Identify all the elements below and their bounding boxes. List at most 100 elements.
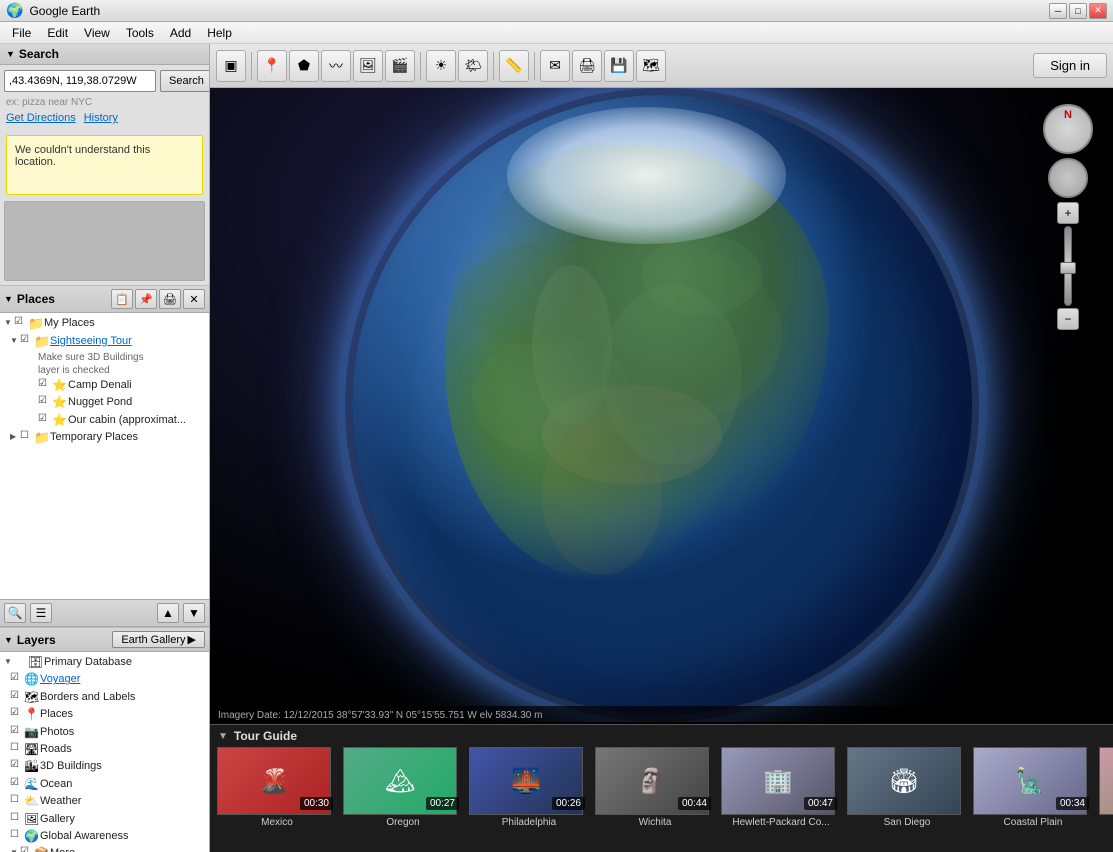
layers-tree: ▼ 🗄 Primary Database ☑ 🌐 Voyager ☑ 🗺 Bor… (0, 652, 209, 852)
layers-title-btn[interactable]: ▼ Layers (4, 633, 112, 647)
move-down-btn[interactable]: ▼ (183, 603, 205, 623)
earth-globe[interactable] (352, 95, 972, 715)
map-area: ▣ 📍 ⬟ 〰 🖼 🎬 ☀ 🌤 📏 ✉ 🖨 💾 🗺 Sign in (210, 44, 1113, 852)
search-error-message: We couldn't understand this location. (6, 135, 203, 195)
zoom-slider-track[interactable] (1064, 226, 1072, 306)
tree-item-more-layer[interactable]: ▼ ☑ 📦 More (2, 845, 207, 852)
ruler-btn[interactable]: 📏 (499, 50, 529, 82)
tree-label-nugget-pond: Nugget Pond (68, 395, 132, 410)
tour-thumb-hp[interactable]: 🏢 00:47 Hewlett-Packard Co... (721, 747, 841, 830)
toggle-view-btn[interactable]: ☰ (30, 603, 52, 623)
add-polygon-btn[interactable]: ⬟ (289, 50, 319, 82)
menu-help[interactable]: Help (199, 24, 240, 42)
tour-thumb-coastal[interactable]: 🗽 00:34 Coastal Plain (973, 747, 1093, 830)
star-icon-our-cabin: ⭐ (52, 413, 68, 427)
folder-icon-myplaces: 📁 (28, 316, 44, 332)
map-toolbar: ▣ 📍 ⬟ 〰 🖼 🎬 ☀ 🌤 📏 ✉ 🖨 💾 🗺 Sign in (210, 44, 1113, 88)
search-input[interactable] (4, 70, 156, 92)
history-link[interactable]: History (84, 112, 118, 124)
tour-thumb-mexico[interactable]: 🌋 00:30 Mexico (217, 747, 337, 830)
tree-label-sightseeing[interactable]: Sightseeing Tour (50, 334, 132, 349)
tree-item-primary-db[interactable]: ▼ 🗄 Primary Database (2, 654, 207, 671)
tree-item-camp-denali[interactable]: ☑ ⭐ Camp Denali (2, 377, 207, 394)
google-maps-btn[interactable]: 🗺 (636, 50, 666, 82)
places-new-folder-btn[interactable]: 📋 (111, 289, 133, 309)
search-header[interactable]: ▼ Search (0, 44, 209, 65)
tree-check-nugget-pond[interactable]: ☑ (38, 395, 52, 406)
sunlight-btn[interactable]: ☀ (426, 50, 456, 82)
tour-thumb-sandiego[interactable]: 🏟 San Diego (847, 747, 967, 830)
ocean-icon: 🌊 (24, 777, 40, 791)
add-path-btn[interactable]: 〰 (321, 50, 351, 82)
zoom-in-btn[interactable]: + (1057, 202, 1079, 224)
tour-label-texas: Texas (1099, 815, 1113, 830)
tour-label-coastal: Coastal Plain (973, 815, 1093, 830)
toolbar-sep-4 (534, 52, 535, 80)
tree-label-weather-layer: Weather (40, 794, 81, 809)
tour-thumb-texas[interactable]: 🌸 Texas (1099, 747, 1113, 830)
tree-item-ocean-layer[interactable]: ☑ 🌊 Ocean (2, 776, 207, 793)
tree-label-more-layer: More (50, 846, 75, 852)
tree-check-camp-denali[interactable]: ☑ (38, 378, 52, 389)
places-new-placemark-btn[interactable]: 📌 (135, 289, 157, 309)
tree-item-global-awareness[interactable]: ☐ 🌍 Global Awareness (2, 828, 207, 845)
tree-item-3d-buildings[interactable]: ☑ 🏙 3D Buildings (2, 758, 207, 775)
places-print-btn[interactable]: 🖨 (159, 289, 181, 309)
minimize-button[interactable]: ─ (1049, 3, 1067, 19)
tour-thumb-oregon[interactable]: 🏔 00:27 Oregon (343, 747, 463, 830)
tree-item-voyager[interactable]: ☑ 🌐 Voyager (2, 671, 207, 688)
record-tour-btn[interactable]: 🎬 (385, 50, 415, 82)
search-button[interactable]: Search (160, 70, 210, 92)
earth-gallery-button[interactable]: Earth Gallery ▶ (112, 631, 205, 648)
tree-item-sightseeing[interactable]: ▼ ☑ 📁 Sightseeing Tour (2, 333, 207, 351)
get-directions-link[interactable]: Get Directions (6, 112, 76, 124)
menu-edit[interactable]: Edit (39, 24, 76, 42)
globe-container[interactable] (210, 88, 1113, 722)
compass-control[interactable]: N (1043, 104, 1093, 154)
sidebar-toggle-btn[interactable]: ▣ (216, 50, 246, 82)
tree-label-myplaces: My Places (44, 316, 95, 331)
tree-check-our-cabin[interactable]: ☑ (38, 413, 52, 424)
tree-check-myplaces[interactable]: ☑ (14, 316, 28, 327)
tour-thumb-wichita[interactable]: 🗿 00:44 Wichita (595, 747, 715, 830)
menu-add[interactable]: Add (162, 24, 199, 42)
places-delete-btn[interactable]: ✕ (183, 289, 205, 309)
nav-controls: N + − (1043, 104, 1093, 330)
compass-north-label: N (1064, 109, 1072, 121)
tree-item-gallery-layer[interactable]: ☐ 🖼 Gallery (2, 811, 207, 828)
folder-icon-temp: 📁 (34, 430, 50, 446)
menu-tools[interactable]: Tools (118, 24, 162, 42)
tree-check-temp[interactable]: ☐ (20, 430, 34, 441)
maximize-button[interactable]: □ (1069, 3, 1087, 19)
search-places-btn[interactable]: 🔍 (4, 603, 26, 623)
tree-label-voyager[interactable]: Voyager (40, 672, 80, 687)
zoom-out-btn[interactable]: − (1057, 308, 1079, 330)
tree-label-temp-places: Temporary Places (50, 430, 138, 445)
tree-item-nugget-pond[interactable]: ☑ ⭐ Nugget Pond (2, 394, 207, 411)
tree-item-places-layer[interactable]: ☑ 📍 Places (2, 706, 207, 723)
title-bar: 🌍 Google Earth ─ □ ✕ (0, 0, 1113, 22)
tree-check-sightseeing[interactable]: ☑ (20, 334, 34, 345)
add-placemark-btn[interactable]: 📍 (257, 50, 287, 82)
zoom-slider-thumb[interactable] (1060, 262, 1076, 274)
add-image-overlay-btn[interactable]: 🖼 (353, 50, 383, 82)
print-btn[interactable]: 🖨 (572, 50, 602, 82)
sign-in-button[interactable]: Sign in (1033, 53, 1107, 78)
save-image-btn[interactable]: 💾 (604, 50, 634, 82)
tree-item-borders[interactable]: ☑ 🗺 Borders and Labels (2, 689, 207, 706)
atmosphere-btn[interactable]: 🌤 (458, 50, 488, 82)
tree-item-weather-layer[interactable]: ☐ ⛅ Weather (2, 793, 207, 810)
close-button[interactable]: ✕ (1089, 3, 1107, 19)
move-up-btn[interactable]: ▲ (157, 603, 179, 623)
tree-item-our-cabin[interactable]: ☑ ⭐ Our cabin (approximat... (2, 412, 207, 429)
tree-item-photos-layer[interactable]: ☑ 📷 Photos (2, 724, 207, 741)
tree-item-temp-places[interactable]: ▶ ☐ 📁 Temporary Places (2, 429, 207, 447)
tree-label-ocean-layer: Ocean (40, 777, 72, 792)
menu-file[interactable]: File (4, 24, 39, 42)
menu-view[interactable]: View (76, 24, 118, 42)
tree-item-myplaces[interactable]: ▼ ☑ 📁 My Places (2, 315, 207, 333)
email-btn[interactable]: ✉ (540, 50, 570, 82)
tour-thumb-philadelphia[interactable]: 🌉 00:26 Philadelphia (469, 747, 589, 830)
tilt-control[interactable] (1048, 158, 1088, 198)
tree-item-roads-layer[interactable]: ☐ 🛣 Roads (2, 741, 207, 758)
